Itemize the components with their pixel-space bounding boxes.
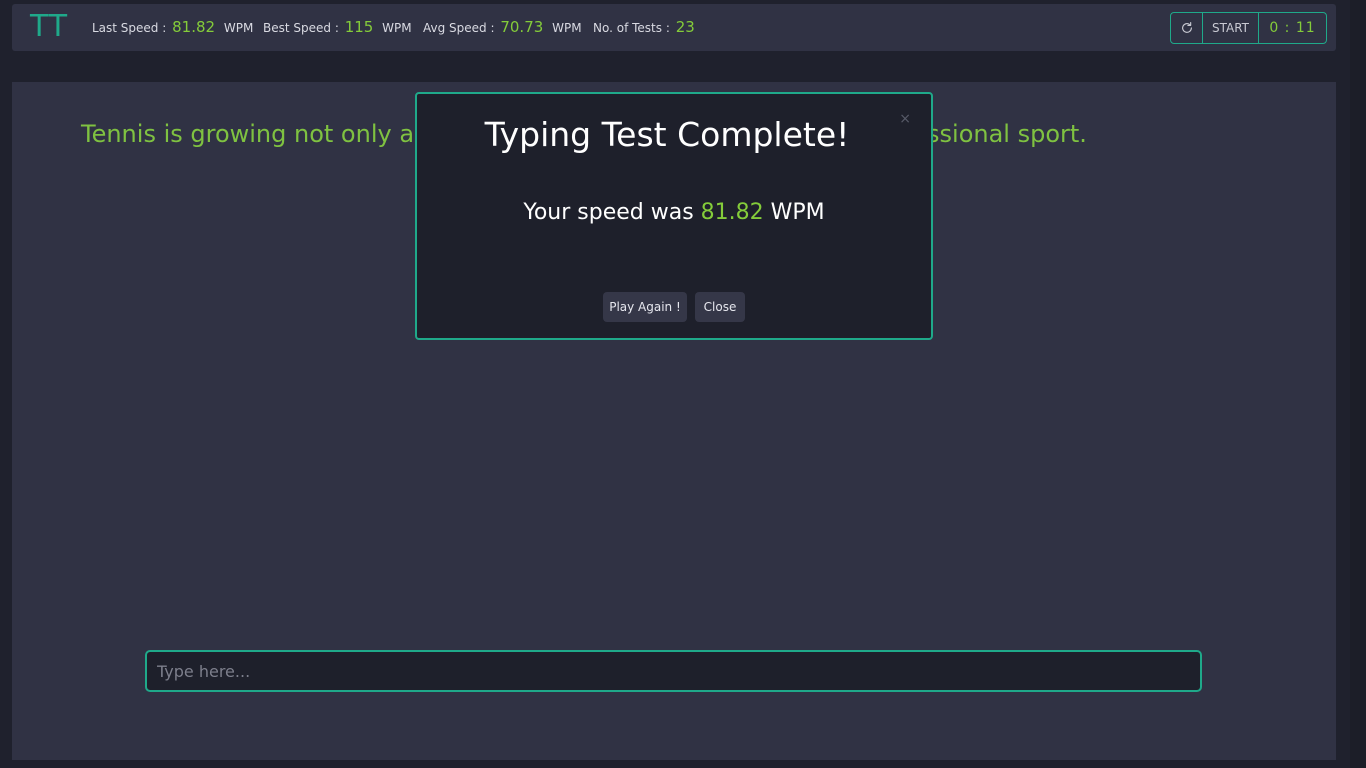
play-again-button[interactable]: Play Again ! (603, 292, 687, 322)
result-speed-unit: WPM (770, 200, 825, 225)
last-speed-unit: WPM (223, 21, 254, 35)
avg-speed-label: Avg Speed : (423, 21, 495, 35)
num-tests-label: No. of Tests : (593, 21, 670, 35)
page-scrollbar[interactable] (1350, 0, 1366, 768)
reload-button[interactable] (1171, 13, 1203, 43)
app-logo: TT (30, 9, 69, 44)
start-button[interactable]: START (1203, 13, 1259, 43)
best-speed-stat: Best Speed : 115 WPM (263, 18, 412, 37)
avg-speed-value: 70.73 (500, 18, 544, 36)
modal-title: Typing Test Complete! (484, 115, 850, 154)
reload-icon (1181, 22, 1192, 33)
top-navbar: TT Last Speed : 81.82 WPM Best Speed : 1… (12, 4, 1336, 51)
avg-speed-stat: Avg Speed : 70.73 WPM (423, 18, 582, 37)
last-speed-label: Last Speed : (92, 21, 167, 35)
modal-result-text: Your speed was 81.82 WPM (417, 198, 931, 228)
best-speed-unit: WPM (382, 21, 412, 35)
typing-input[interactable] (145, 650, 1202, 692)
last-speed-stat: Last Speed : 81.82 WPM (92, 18, 253, 37)
result-speed-value: 81.82 (700, 200, 764, 225)
result-modal: × Typing Test Complete! Your speed was 8… (415, 92, 933, 340)
timer-display: 0 : 11 (1269, 20, 1316, 36)
avg-speed-unit: WPM (552, 21, 582, 35)
best-speed-label: Best Speed : (263, 21, 339, 35)
num-tests-stat: No. of Tests : 23 (593, 18, 698, 37)
best-speed-value: 115 (344, 18, 374, 36)
num-tests-value: 23 (675, 18, 695, 36)
result-prefix: Your speed was (523, 200, 694, 225)
test-controls: START 0 : 11 (1170, 12, 1327, 44)
close-button[interactable]: Close (695, 292, 745, 322)
last-speed-value: 81.82 (172, 18, 216, 36)
